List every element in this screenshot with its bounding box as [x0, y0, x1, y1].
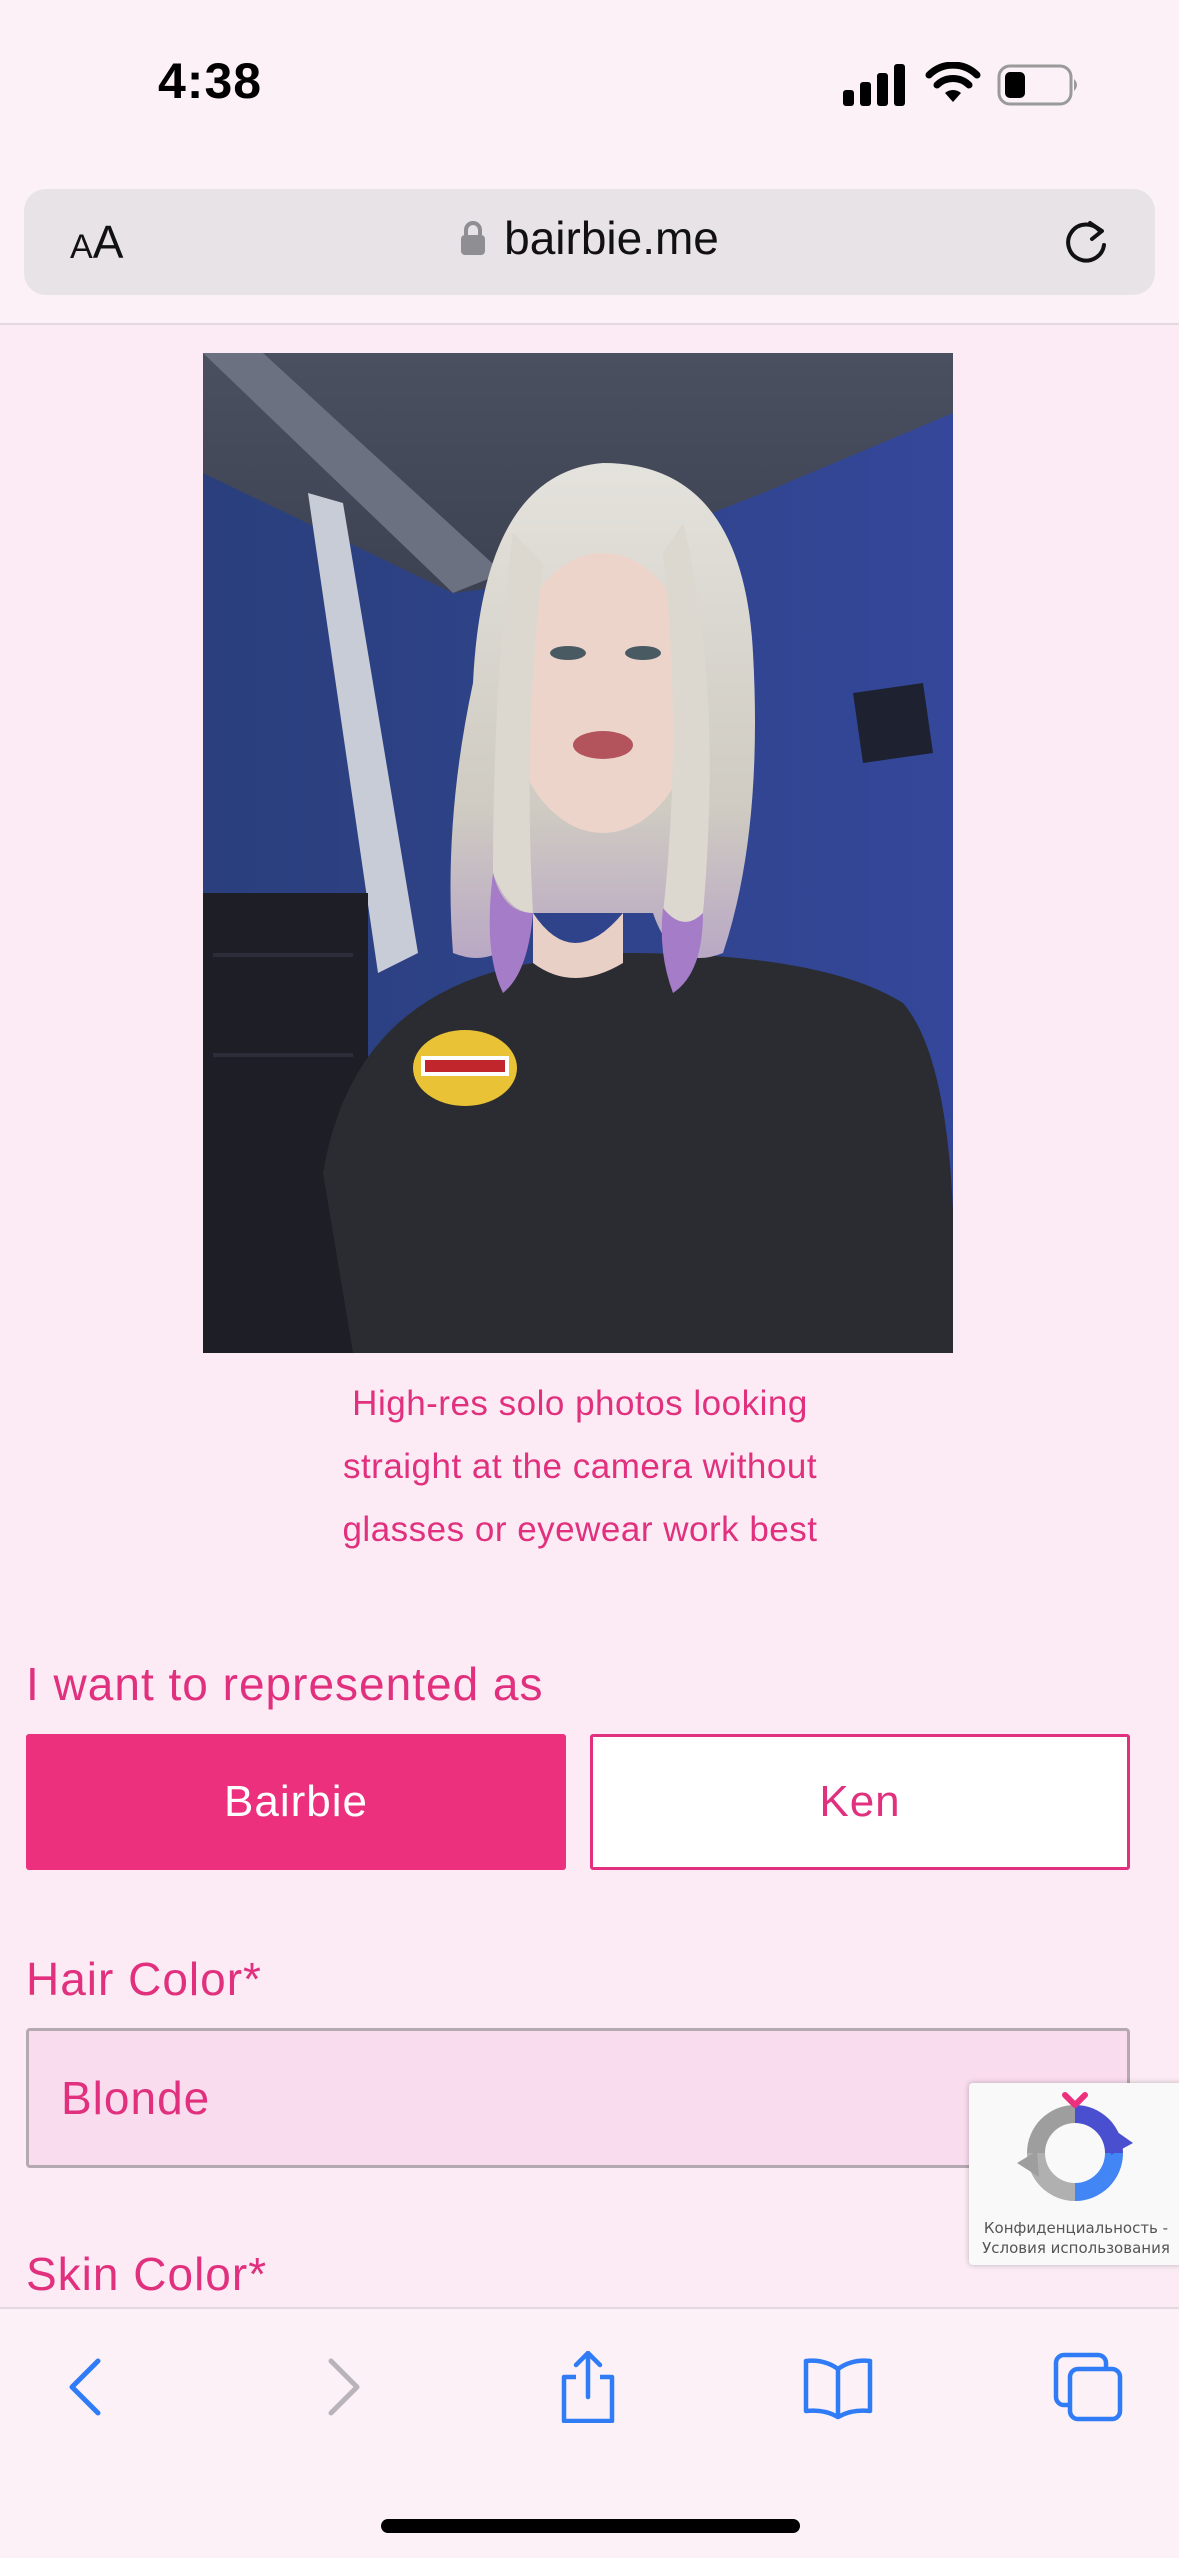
photo-hint-caption: High-res solo photos looking straight at…	[240, 1372, 920, 1561]
address-bar[interactable]: AA bairbie.me	[24, 189, 1155, 295]
share-icon[interactable]	[552, 2351, 624, 2423]
uploaded-selfie-photo	[203, 353, 953, 1353]
recaptcha-separator: -	[1157, 2219, 1169, 2237]
lock-icon	[461, 221, 486, 255]
back-icon[interactable]	[52, 2351, 124, 2423]
recaptcha-badge[interactable]: Конфиденциальность - Условия использован…	[969, 2083, 1179, 2265]
bairbie-option-button[interactable]: Bairbie	[26, 1734, 566, 1870]
caption-line: glasses or eyewear work best	[342, 1510, 818, 1549]
url-display[interactable]: bairbie.me	[24, 211, 1155, 265]
recaptcha-logo-icon	[1017, 2092, 1133, 2201]
hair-color-value: Blonde	[61, 2072, 211, 2124]
represent-as-label: I want to represented as	[26, 1658, 544, 1710]
ken-option-button[interactable]: Ken	[590, 1734, 1130, 1870]
skin-color-label: Skin Color*	[26, 2248, 268, 2300]
bookmarks-icon[interactable]	[802, 2351, 874, 2423]
browser-bottom-toolbar	[0, 2307, 1179, 2558]
recaptcha-terms-link[interactable]: Условия использования	[969, 2238, 1179, 2258]
recaptcha-privacy-link[interactable]: Конфиденциальность	[984, 2219, 1158, 2237]
page-content: High-res solo photos looking straight at…	[0, 325, 1179, 2325]
reload-icon[interactable]	[1060, 217, 1112, 269]
tabs-icon[interactable]	[1052, 2351, 1124, 2423]
battery-icon	[997, 64, 1077, 106]
home-indicator	[381, 2519, 800, 2533]
status-time: 4:38	[158, 53, 263, 109]
caption-line: High-res solo photos looking	[352, 1384, 808, 1423]
status-bar: 4:38	[0, 0, 1179, 175]
caption-line: straight at the camera without	[342, 1447, 818, 1486]
hair-color-label: Hair Color*	[26, 1953, 262, 2005]
hair-color-select[interactable]: Blonde	[26, 2028, 1130, 2168]
url-text: bairbie.me	[504, 212, 719, 264]
forward-icon[interactable]	[305, 2351, 377, 2423]
recaptcha-links: Конфиденциальность - Условия использован…	[969, 2218, 1179, 2258]
cellular-signal-icon	[843, 64, 905, 106]
wifi-icon	[925, 62, 981, 102]
